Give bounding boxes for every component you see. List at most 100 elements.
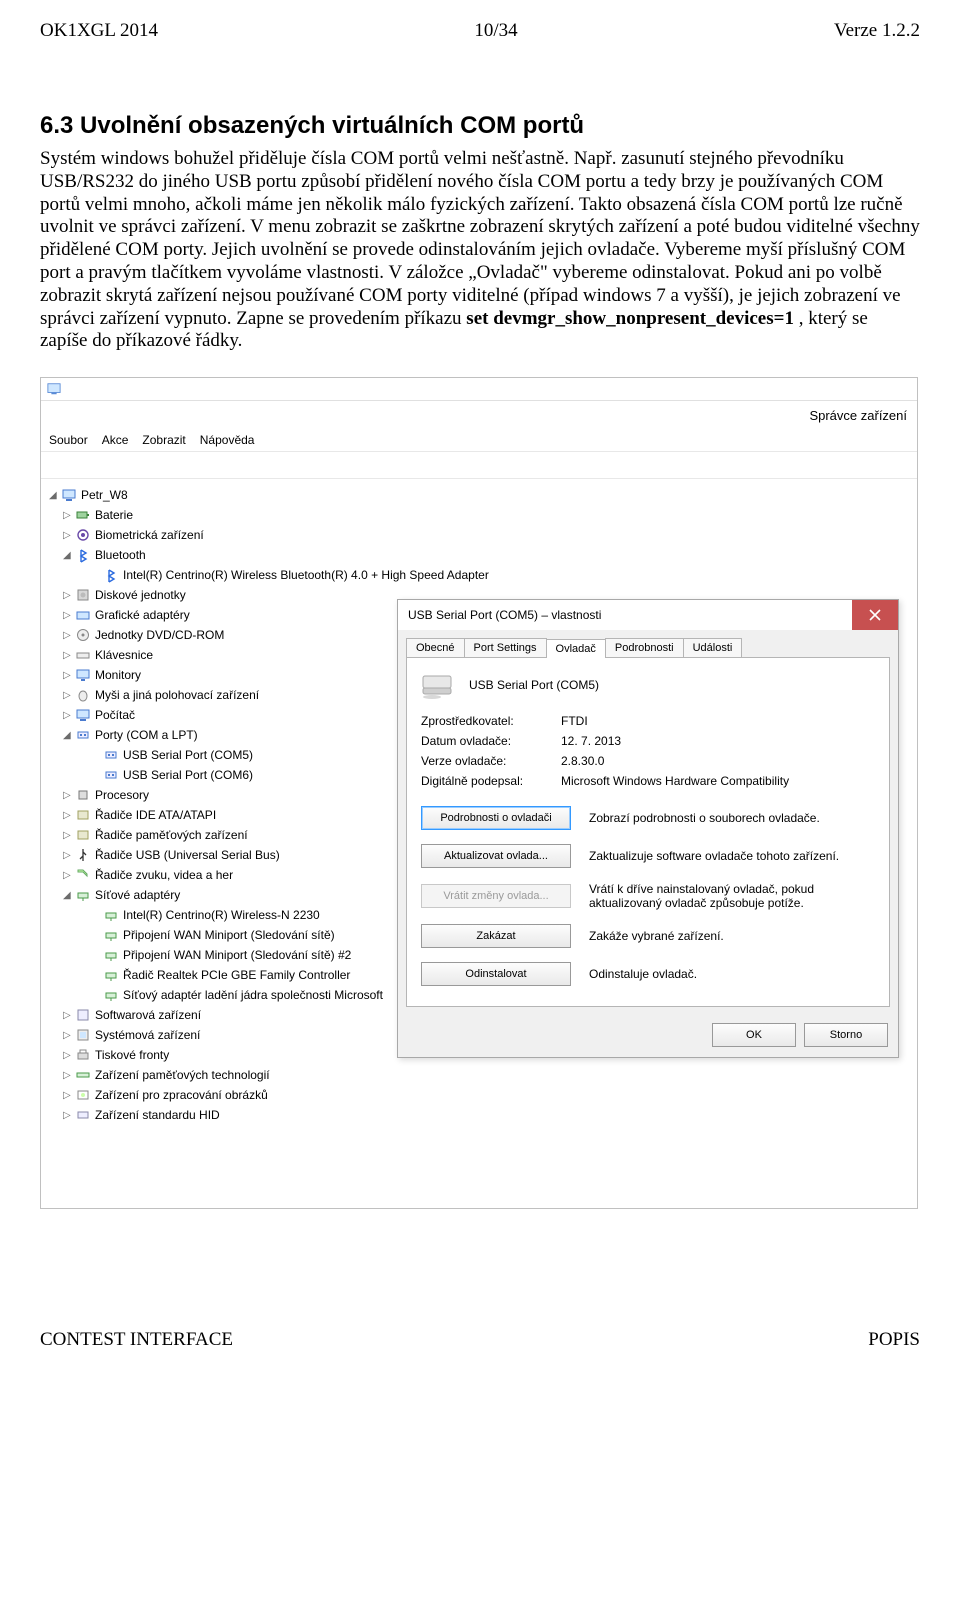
tree-arrow-icon[interactable]: ▷ <box>63 510 73 521</box>
tree-item-label: Grafické adaptéry <box>95 608 190 622</box>
devmgr-titlebar: Správce zařízení <box>41 401 917 429</box>
tree-arrow-icon[interactable]: ◢ <box>63 550 73 561</box>
tree-arrow-icon[interactable]: ▷ <box>63 1110 73 1121</box>
action-button[interactable]: Zakázat <box>421 924 571 948</box>
net-icon <box>103 987 119 1003</box>
tree-arrow-icon[interactable]: ▷ <box>63 650 73 661</box>
menu-napoveda[interactable]: Nápověda <box>200 433 255 447</box>
tree-root[interactable]: ◢ Petr_W8 <box>47 485 917 505</box>
tree-arrow-icon[interactable]: ◢ <box>49 490 59 501</box>
tree-arrow-icon[interactable]: ▷ <box>63 790 73 801</box>
header-left: OK1XGL 2014 <box>40 20 158 42</box>
port-icon <box>103 767 119 783</box>
tree-arrow-icon[interactable]: ▷ <box>63 830 73 841</box>
section-title: 6.3 Uvolnění obsazených virtuálních COM … <box>40 112 920 140</box>
dialog-content: USB Serial Port (COM5) Zprostředkovatel:… <box>406 657 890 1007</box>
tab-události[interactable]: Události <box>683 638 743 657</box>
device-name: USB Serial Port (COM5) <box>469 678 599 692</box>
footer-right: POPIS <box>868 1329 920 1351</box>
prn-icon <box>75 1047 91 1063</box>
tree-arrow-icon[interactable]: ▷ <box>63 690 73 701</box>
tab-port-settings[interactable]: Port Settings <box>464 638 547 657</box>
bio-icon <box>75 527 91 543</box>
cd-icon <box>75 627 91 643</box>
tree-arrow-icon[interactable]: ▷ <box>63 1050 73 1061</box>
action-button[interactable]: Odinstalovat <box>421 962 571 986</box>
tree-arrow-icon[interactable]: ▷ <box>63 590 73 601</box>
net-icon <box>103 967 119 983</box>
tree-item-label: Připojení WAN Miniport (Sledování sítě) <box>123 928 335 942</box>
dialog-tabs: ObecnéPort SettingsOvladačPodrobnostiUdá… <box>398 630 898 657</box>
tab-obecné[interactable]: Obecné <box>406 638 465 657</box>
sw-icon <box>75 1007 91 1023</box>
port-icon <box>75 727 91 743</box>
tree-item-label: Jednotky DVD/CD-ROM <box>95 628 224 642</box>
tree-item-label: Tiskové fronty <box>95 1048 169 1062</box>
pc-icon <box>61 487 77 503</box>
tree-category[interactable]: ▷ Zařízení paměťových technologií <box>47 1065 917 1085</box>
menu-akce[interactable]: Akce <box>102 433 129 447</box>
driver-actions: Podrobnosti o ovladači Zobrazí podrobnost… <box>421 806 875 986</box>
tree-arrow-icon[interactable]: ▷ <box>63 530 73 541</box>
tree-item-label: Řadiče zvuku, videa a her <box>95 868 233 882</box>
tree-item-label: Procesory <box>95 788 149 802</box>
tree-item-label: Petr_W8 <box>81 488 128 502</box>
page-header: OK1XGL 2014 10/34 Verze 1.2.2 <box>40 20 920 42</box>
driver-info-grid: Zprostředkovatel:FTDIDatum ovladače:12. … <box>421 714 875 788</box>
tree-arrow-icon[interactable]: ▷ <box>63 1010 73 1021</box>
action-button[interactable]: Aktualizovat ovlada... <box>421 844 571 868</box>
tree-item-label: Síťové adaptéry <box>95 888 180 902</box>
img-icon <box>75 1087 91 1103</box>
tree-item-label: Zařízení paměťových technologií <box>95 1068 270 1082</box>
tree-category[interactable]: ▷Baterie <box>47 505 917 525</box>
tree-item-label: Řadiče USB (Universal Serial Bus) <box>95 848 280 862</box>
tree-arrow-icon[interactable]: ▷ <box>63 1090 73 1101</box>
close-button[interactable] <box>852 600 898 630</box>
tree-arrow-icon[interactable]: ▷ <box>63 850 73 861</box>
tree-arrow-icon[interactable]: ▷ <box>63 810 73 821</box>
action-button[interactable]: Podrobnosti o ovladači <box>421 806 571 830</box>
page-footer: CONTEST INTERFACE POPIS <box>40 1329 920 1351</box>
tree-category[interactable]: ▷Zařízení standardu HID <box>47 1105 917 1125</box>
tree-arrow-icon[interactable]: ▷ <box>63 1030 73 1041</box>
tree-arrow-icon[interactable]: ▷ <box>63 610 73 621</box>
tree-arrow-icon[interactable]: ▷ <box>63 630 73 641</box>
tree-device[interactable]: Intel(R) Centrino(R) Wireless Bluetooth(… <box>47 565 917 585</box>
tree-arrow-icon[interactable]: ▷ <box>63 710 73 721</box>
ok-button[interactable]: OK <box>712 1023 796 1047</box>
menu-zobrazit[interactable]: Zobrazit <box>142 433 185 447</box>
info-value: 2.8.30.0 <box>561 754 875 768</box>
tree-item-label: Porty (COM a LPT) <box>95 728 198 742</box>
tree-arrow-icon[interactable]: ◢ <box>63 730 73 741</box>
mouse-icon <box>75 687 91 703</box>
ctrl-icon <box>75 827 91 843</box>
action-description: Zobrazí podrobnosti o souborech ovladače… <box>589 811 875 825</box>
tree-arrow-icon[interactable]: ◢ <box>63 890 73 901</box>
bt-icon <box>75 547 91 563</box>
action-description: Odinstaluje ovladač. <box>589 967 875 981</box>
info-key: Verze ovladače: <box>421 754 561 768</box>
tree-arrow-icon[interactable]: ▷ <box>63 870 73 881</box>
dialog-footer: OK Storno <box>398 1015 898 1057</box>
tab-podrobnosti[interactable]: Podrobnosti <box>605 638 684 657</box>
dialog-title: USB Serial Port (COM5) – vlastnosti <box>408 608 601 622</box>
action-description: Vrátí k dříve nainstalovaný ovladač, pok… <box>589 882 875 910</box>
cancel-button[interactable]: Storno <box>804 1023 888 1047</box>
tree-category[interactable]: ▷Zařízení pro zpracování obrázků <box>47 1085 917 1105</box>
tree-item-label: Síťový adaptér ladění jádra společnosti … <box>123 988 383 1002</box>
tree-arrow-icon[interactable]: ▷ <box>63 1070 73 1081</box>
disk-icon <box>75 587 91 603</box>
footer-left: CONTEST INTERFACE <box>40 1329 233 1351</box>
tree-arrow-icon[interactable]: ▷ <box>63 670 73 681</box>
tree-category[interactable]: ◢Bluetooth <box>47 545 917 565</box>
battery-icon <box>75 507 91 523</box>
tab-ovladač[interactable]: Ovladač <box>546 639 606 658</box>
tree-item-label: USB Serial Port (COM6) <box>123 768 253 782</box>
tree-item-label: Myši a jiná polohovací zařízení <box>95 688 259 702</box>
gpu-icon <box>75 607 91 623</box>
tree-item-label: Řadiče paměťových zařízení <box>95 828 248 842</box>
tree-category[interactable]: ▷Biometrická zařízení <box>47 525 917 545</box>
tree-item-label: USB Serial Port (COM5) <box>123 748 253 762</box>
tree-item-label: Systémová zařízení <box>95 1028 200 1042</box>
menu-soubor[interactable]: Soubor <box>49 433 88 447</box>
